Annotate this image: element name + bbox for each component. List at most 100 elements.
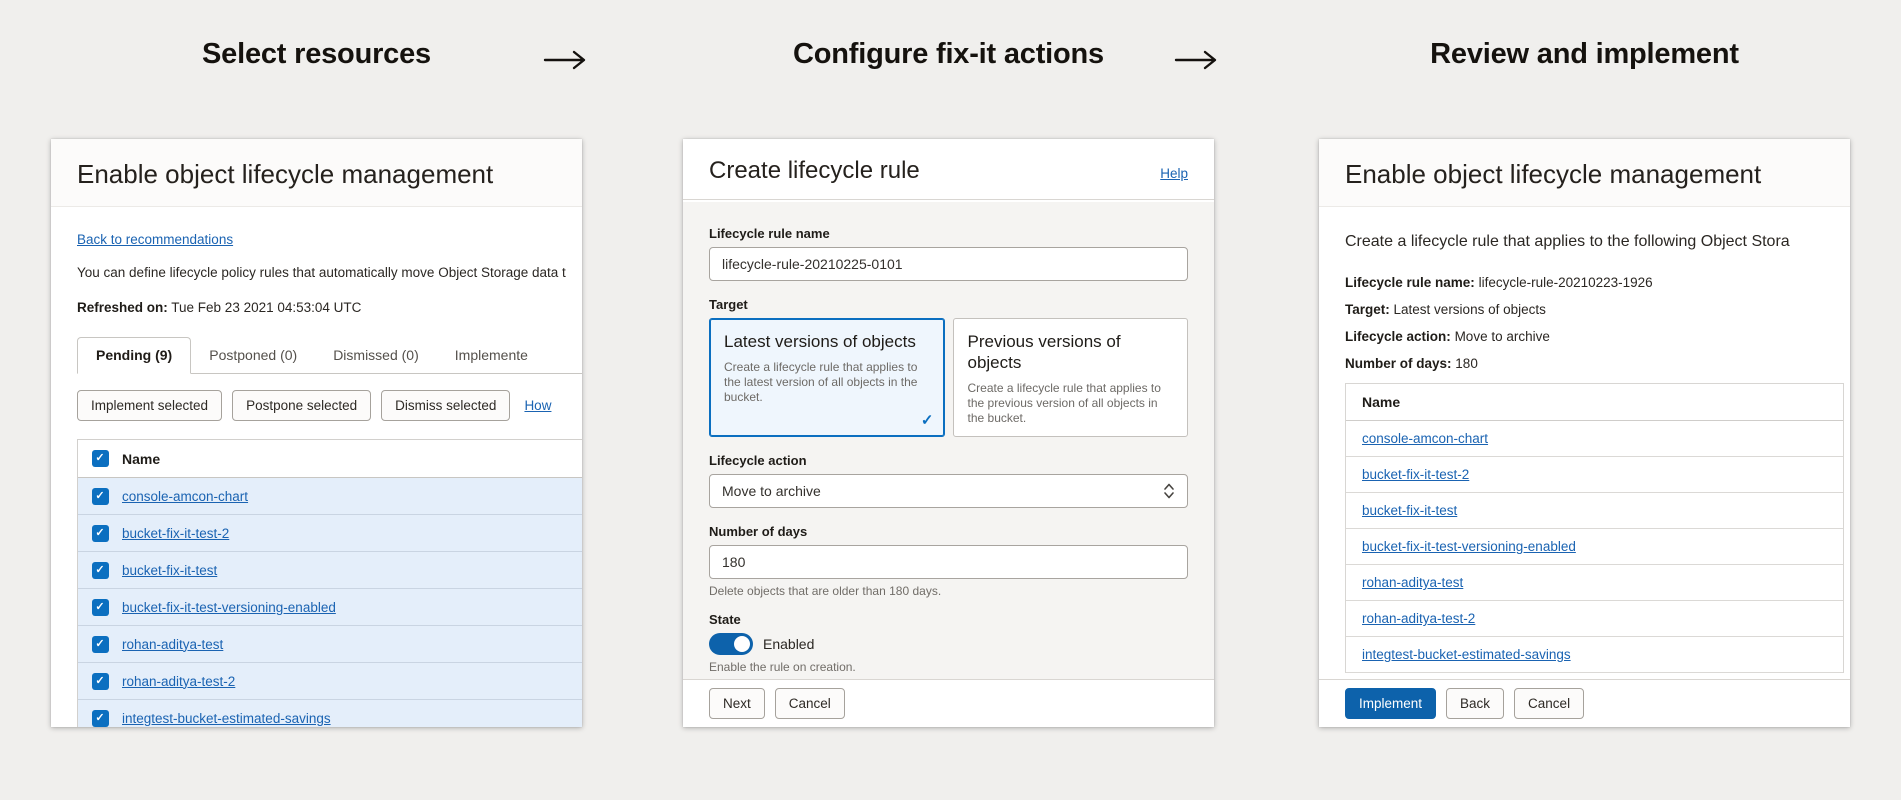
check-icon: ✓ <box>95 600 105 613</box>
bucket-link[interactable]: bucket-fix-it-test <box>1362 503 1457 518</box>
lifecycle-action-select[interactable]: Move to archive <box>709 474 1188 508</box>
postpone-selected-button[interactable]: Postpone selected <box>232 390 372 421</box>
rule-summary: Lifecycle rule name: lifecycle-rule-2021… <box>1345 269 1850 377</box>
panel2-body: Lifecycle rule name Target Latest versio… <box>683 202 1214 679</box>
bucket-link[interactable]: bucket-fix-it-test <box>122 563 217 578</box>
refreshed-on: Refreshed on: Tue Feb 23 2021 04:53:04 U… <box>77 300 556 315</box>
summary-label: Lifecycle action: <box>1345 329 1451 344</box>
bucket-link[interactable]: rohan-aditya-test-2 <box>1362 611 1475 626</box>
check-icon: ✓ <box>95 711 105 724</box>
bucket-link[interactable]: integtest-bucket-estimated-savings <box>122 711 331 726</box>
rule-name-label: Lifecycle rule name <box>709 226 830 241</box>
toggle-knob <box>734 636 750 652</box>
table-row: bucket-fix-it-test-versioning-enabled <box>1346 529 1843 565</box>
state-group: State Enabled Enable the rule on creatio… <box>709 612 1188 674</box>
state-value: Enabled <box>763 636 815 652</box>
create-lifecycle-rule-panel: Create lifecycle rule Help Lifecycle rul… <box>683 139 1214 727</box>
panel1-title: Enable object lifecycle management <box>77 159 494 189</box>
tab-postponed[interactable]: Postponed (0) <box>191 338 315 373</box>
bucket-link[interactable]: console-amcon-chart <box>122 489 248 504</box>
implement-button[interactable]: Implement <box>1345 688 1437 719</box>
tab-dismissed[interactable]: Dismissed (0) <box>315 338 437 373</box>
check-icon: ✓ <box>95 563 105 576</box>
lifecycle-action-value: Move to archive <box>722 483 821 499</box>
step-arrow-icon <box>534 48 596 77</box>
row-checkbox[interactable]: ✓ <box>91 709 109 727</box>
help-link[interactable]: Help <box>1160 166 1188 181</box>
target-option-title: Previous versions of objects <box>967 332 1121 372</box>
select-all-checkbox[interactable]: ✓ <box>91 450 109 467</box>
panel2-header: Create lifecycle rule Help <box>683 139 1214 200</box>
table-row: ✓ bucket-fix-it-test <box>78 552 582 589</box>
number-of-days-group: Number of days Delete objects that are o… <box>709 524 1188 598</box>
check-icon: ✓ <box>95 674 105 687</box>
state-toggle-row: Enabled <box>709 633 1188 655</box>
target-option-latest-versions[interactable]: Latest versions of objects Create a life… <box>709 318 945 437</box>
panel1-description: You can define lifecycle policy rules th… <box>77 265 566 280</box>
bucket-link[interactable]: integtest-bucket-estimated-savings <box>1362 647 1571 662</box>
lifecycle-action-group: Lifecycle action Move to archive <box>709 453 1188 508</box>
check-icon: ✓ <box>95 452 105 464</box>
bucket-link[interactable]: bucket-fix-it-test-2 <box>122 526 229 541</box>
target-option-description: Create a lifecycle rule that applies to … <box>967 381 1161 425</box>
buckets-table: Name console-amcon-chart bucket-fix-it-t… <box>1345 383 1844 673</box>
rule-name-group: Lifecycle rule name <box>709 226 1188 281</box>
check-icon: ✓ <box>95 637 105 650</box>
cancel-button[interactable]: Cancel <box>1514 688 1585 719</box>
row-checkbox[interactable]: ✓ <box>91 635 109 653</box>
summary-value: 180 <box>1455 356 1478 371</box>
review-implement-panel: Enable object lifecycle management Creat… <box>1319 139 1850 727</box>
cancel-button[interactable]: Cancel <box>774 688 845 719</box>
lifecycle-action-label: Lifecycle action <box>709 453 807 468</box>
tab-implemented[interactable]: Implemente <box>437 338 546 373</box>
row-checkbox[interactable]: ✓ <box>91 561 109 579</box>
header-checkbox-cell: ✓ <box>78 450 122 467</box>
tab-pending[interactable]: Pending (9) <box>77 337 192 374</box>
table-row: console-amcon-chart <box>1346 421 1843 457</box>
table-row: rohan-aditya-test <box>1346 565 1843 601</box>
number-of-days-label: Number of days <box>709 524 808 539</box>
bucket-link[interactable]: console-amcon-chart <box>1362 431 1488 446</box>
summary-label: Lifecycle rule name: <box>1345 275 1475 290</box>
row-checkbox[interactable]: ✓ <box>91 524 109 542</box>
back-button[interactable]: Back <box>1446 688 1505 719</box>
summary-rule-name: Lifecycle rule name: lifecycle-rule-2021… <box>1345 269 1850 296</box>
panel3-title: Enable object lifecycle management <box>1345 159 1762 189</box>
bucket-link[interactable]: bucket-fix-it-test-2 <box>1362 467 1469 482</box>
dismiss-selected-button[interactable]: Dismiss selected <box>381 390 511 421</box>
back-to-recommendations-link[interactable]: Back to recommendations <box>77 232 233 247</box>
table-row: integtest-bucket-estimated-savings <box>1346 637 1843 673</box>
check-icon: ✓ <box>95 489 105 502</box>
table-row: ✓ rohan-aditya-test <box>78 626 582 663</box>
row-checkbox[interactable]: ✓ <box>91 487 109 505</box>
summary-value: Move to archive <box>1454 329 1550 344</box>
table-row: bucket-fix-it-test-2 <box>1346 457 1843 493</box>
bulk-action-row: Implement selected Postpone selected Dis… <box>77 390 582 421</box>
step-title-select-resources: Select resources <box>202 38 431 70</box>
name-column-header: Name <box>122 450 161 467</box>
summary-action: Lifecycle action: Move to archive <box>1345 323 1850 350</box>
row-checkbox[interactable]: ✓ <box>91 672 109 690</box>
target-option-previous-versions[interactable]: Previous versions of objects Create a li… <box>952 318 1188 437</box>
rule-name-input[interactable] <box>709 247 1188 281</box>
summary-label: Number of days: <box>1345 356 1452 371</box>
target-group: Target Latest versions of objects Create… <box>709 297 1188 437</box>
bucket-link[interactable]: bucket-fix-it-test-versioning-enabled <box>1362 539 1576 554</box>
next-button[interactable]: Next <box>709 688 765 719</box>
bucket-link[interactable]: bucket-fix-it-test-versioning-enabled <box>122 600 336 615</box>
table-row: ✓ console-amcon-chart <box>78 478 582 515</box>
recommendations-table: ✓ Name ✓ console-amcon-chart ✓ bucket-fi… <box>77 439 582 727</box>
bucket-link[interactable]: rohan-aditya-test <box>122 637 223 652</box>
bucket-link[interactable]: rohan-aditya-test <box>1362 575 1463 590</box>
implement-selected-button[interactable]: Implement selected <box>77 390 223 421</box>
table-row: bucket-fix-it-test <box>1346 493 1843 529</box>
state-toggle[interactable] <box>709 633 753 655</box>
row-checkbox[interactable]: ✓ <box>91 598 109 616</box>
state-help: Enable the rule on creation. <box>709 660 856 674</box>
step-title-review-implement: Review and implement <box>1430 38 1739 70</box>
bucket-link[interactable]: rohan-aditya-test-2 <box>122 674 235 689</box>
panel1-body: Back to recommendations You can define l… <box>51 207 582 727</box>
panel3-header: Enable object lifecycle management <box>1319 139 1850 207</box>
how-link[interactable]: How <box>524 398 551 413</box>
number-of-days-input[interactable] <box>709 545 1188 579</box>
